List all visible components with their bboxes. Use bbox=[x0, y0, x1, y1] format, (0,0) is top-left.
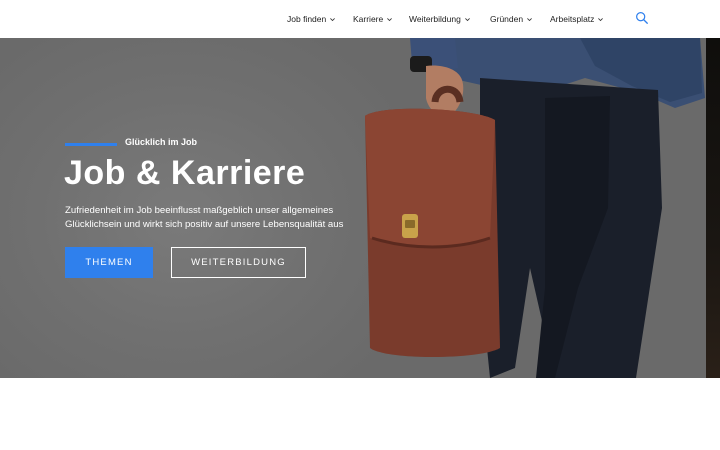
chevron-down-icon bbox=[598, 17, 604, 21]
right-edge-dark bbox=[706, 38, 720, 378]
chevron-down-icon bbox=[387, 17, 393, 21]
nav-label: Weiterbildung bbox=[409, 14, 461, 24]
chevron-down-icon bbox=[464, 17, 470, 21]
eyebrow-accent-line bbox=[65, 143, 117, 146]
chevron-down-icon bbox=[330, 17, 336, 21]
themen-button[interactable]: THEMEN bbox=[65, 247, 153, 278]
nav-arbeitsplatz[interactable]: Arbeitsplatz bbox=[550, 12, 604, 26]
hero-section: Glücklich im Job Job & Karriere Zufriede… bbox=[0, 38, 720, 378]
main-nav: Job finden Karriere Weiterbildung Gründe… bbox=[0, 0, 720, 38]
hero-subtitle-line-2: Glücklichsein und wirkt sich positiv auf… bbox=[65, 219, 344, 230]
hero-title: Job & Karriere bbox=[64, 154, 306, 192]
weiterbildung-button[interactable]: WEITERBILDUNG bbox=[171, 247, 306, 278]
nav-job-finden[interactable]: Job finden bbox=[287, 12, 336, 26]
hero-subtitle: Zufriedenheit im Job beeinflusst maßgebl… bbox=[65, 204, 385, 232]
nav-label: Arbeitsplatz bbox=[550, 14, 595, 24]
hero-eyebrow: Glücklich im Job bbox=[125, 137, 198, 147]
nav-gruenden[interactable]: Gründen bbox=[490, 12, 533, 26]
nav-karriere[interactable]: Karriere bbox=[353, 12, 393, 26]
hero-subtitle-line-1: Zufriedenheit im Job beeinflusst maßgebl… bbox=[65, 205, 334, 216]
nav-weiterbildung[interactable]: Weiterbildung bbox=[409, 12, 471, 26]
nav-label: Job finden bbox=[287, 14, 327, 24]
hero-photo-person-briefcase bbox=[365, 38, 705, 378]
search-icon[interactable] bbox=[635, 11, 649, 25]
chevron-down-icon bbox=[527, 17, 532, 21]
nav-label: Gründen bbox=[490, 14, 524, 24]
page-content-area bbox=[0, 378, 720, 450]
site-header: Job finden Karriere Weiterbildung Gründe… bbox=[0, 0, 720, 38]
nav-label: Karriere bbox=[353, 14, 384, 24]
